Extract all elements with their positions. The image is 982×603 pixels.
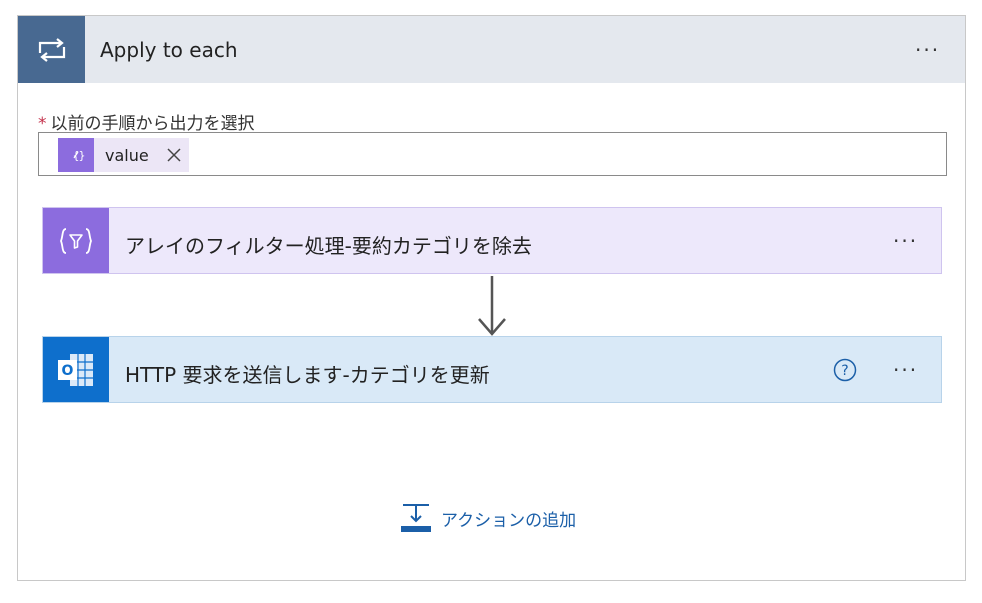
svg-text:?: ? bbox=[841, 363, 848, 379]
scope-title: Apply to each bbox=[100, 38, 238, 62]
filter-action-more-menu-button[interactable]: ··· bbox=[893, 231, 918, 251]
token-label: value bbox=[105, 145, 149, 165]
expression-icon: { } bbox=[58, 138, 94, 172]
value-token[interactable]: { } value bbox=[58, 138, 189, 172]
http-action-more-menu-button[interactable]: ··· bbox=[893, 360, 918, 380]
loop-icon bbox=[18, 16, 85, 83]
filter-array-action-card[interactable]: アレイのフィルター処理-要約カテゴリを除去 ··· bbox=[42, 207, 942, 274]
scope-more-menu-button[interactable]: ··· bbox=[915, 40, 940, 60]
add-action-icon bbox=[401, 504, 431, 532]
required-marker: * bbox=[38, 114, 47, 134]
svg-text:O: O bbox=[62, 363, 74, 379]
outlook-icon: O bbox=[43, 337, 109, 402]
apply-to-each-scope: Apply to each ··· *以前の手順から出力を選択 { } valu… bbox=[17, 15, 966, 581]
filter-array-icon bbox=[43, 208, 109, 273]
help-icon[interactable]: ? bbox=[833, 358, 857, 382]
flow-arrow-icon bbox=[478, 276, 506, 336]
action-title: アレイのフィルター処理-要約カテゴリを除去 bbox=[125, 234, 532, 258]
scope-header[interactable]: Apply to each ··· bbox=[18, 16, 965, 83]
http-request-action-card[interactable]: O HTTP 要求を送信します-カテゴリを更新 ? ··· bbox=[42, 336, 942, 403]
action-title: HTTP 要求を送信します-カテゴリを更新 bbox=[125, 363, 490, 387]
remove-token-close-icon[interactable] bbox=[165, 146, 183, 164]
field-label: * 以前の手順から出力を選択 bbox=[38, 109, 255, 134]
add-action-label: アクションの追加 bbox=[441, 510, 577, 531]
select-output-input[interactable]: { } value bbox=[38, 132, 947, 176]
svg-text:}: } bbox=[79, 149, 86, 162]
field-label-text: 以前の手順から出力を選択 bbox=[50, 114, 255, 134]
add-action-button[interactable]: アクションの追加 bbox=[401, 501, 576, 535]
